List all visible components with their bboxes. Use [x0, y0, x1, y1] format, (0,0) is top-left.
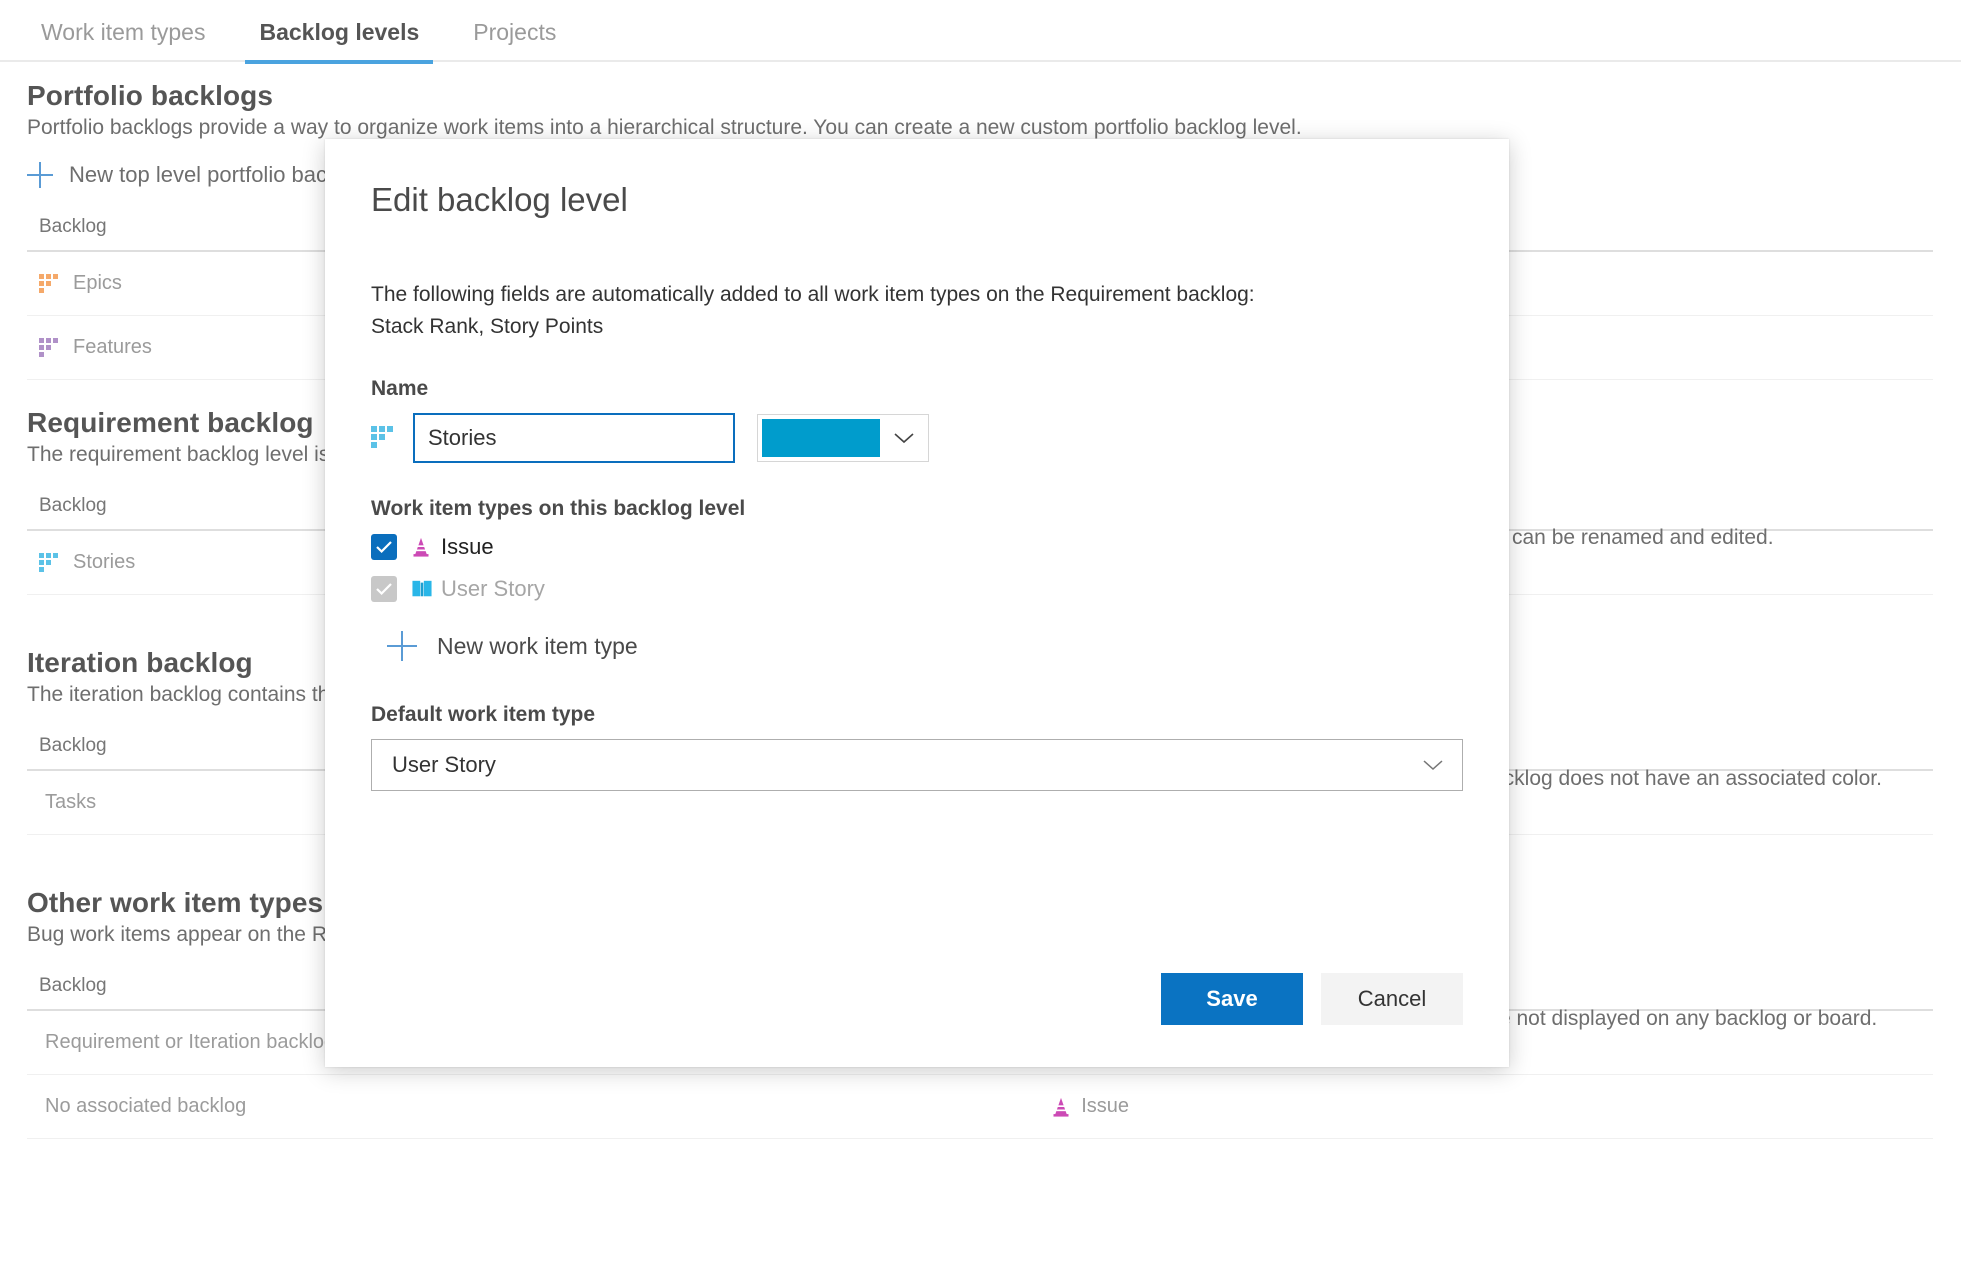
cone-icon: [1053, 1097, 1069, 1117]
work-item-type-label-user-story: User Story: [441, 576, 545, 601]
save-button[interactable]: Save: [1161, 973, 1303, 1025]
work-item-types-label: Work item types on this backlog level: [371, 497, 746, 520]
row-label: Stories: [73, 551, 136, 573]
edit-backlog-level-dialog: Edit backlog level The following fields …: [325, 139, 1509, 1067]
default-work-item-type-value: User Story: [392, 752, 496, 777]
row-label: Tasks: [45, 791, 97, 813]
tab-strip: Work item types Backlog levels Projects: [0, 0, 1961, 64]
dialog-intro-line-2: Stack Rank, Story Points: [371, 315, 604, 338]
row-backlog-label: No associated backlog: [45, 1095, 247, 1117]
section-title-portfolio: Portfolio backlogs: [27, 80, 274, 111]
plus-icon: [387, 631, 417, 661]
dialog-body: The following fields are automatically a…: [371, 279, 1463, 791]
backlog-tile-icon: [39, 337, 59, 358]
default-work-item-type-label: Default work item type: [371, 703, 596, 726]
dialog-title: Edit backlog level: [371, 181, 628, 218]
book-icon: [412, 580, 432, 597]
tab-projects[interactable]: Projects: [459, 19, 570, 62]
section-desc-other-tail: re not displayed on any backlog or board…: [1492, 1007, 1878, 1030]
backlog-tile-icon: [39, 552, 59, 573]
work-item-type-row-user-story: User Story: [371, 569, 1463, 609]
chevron-down-icon: [880, 415, 928, 461]
color-picker-button[interactable]: [757, 414, 929, 462]
row-label: Epics: [73, 272, 122, 294]
name-field-row: [371, 413, 1463, 463]
cone-icon: [413, 537, 429, 557]
backlog-tile-icon: [39, 273, 59, 294]
name-label: Name: [371, 377, 429, 400]
tab-backlog-levels[interactable]: Backlog levels: [245, 19, 434, 64]
color-swatch: [762, 419, 880, 457]
table-row[interactable]: No associated backlog Issue: [27, 1075, 1933, 1139]
dialog-intro: The following fields are automatically a…: [371, 279, 1463, 343]
work-item-type-label-issue: Issue: [441, 534, 494, 559]
dialog-intro-line-1: The following fields are automatically a…: [371, 283, 1255, 306]
section-desc-portfolio: Portfolio backlogs provide a way to orga…: [27, 116, 1302, 139]
work-item-type-row-issue[interactable]: Issue: [371, 527, 1463, 567]
dialog-actions: Save Cancel: [1161, 973, 1463, 1025]
section-desc-requirement-tail: can be renamed and edited.: [1512, 526, 1774, 549]
tab-work-item-types[interactable]: Work item types: [27, 19, 219, 62]
row-backlog-label: Requirement or Iteration backlog: [45, 1031, 336, 1053]
new-top-level-portfolio-backlog-label: New top level portfolio backlog: [69, 162, 368, 187]
chevron-down-icon: [1422, 752, 1444, 778]
row-label: Features: [73, 336, 152, 358]
tab-list: Work item types Backlog levels Projects: [0, 0, 1961, 64]
cancel-button[interactable]: Cancel: [1321, 973, 1463, 1025]
new-work-item-type-label: New work item type: [437, 632, 638, 659]
name-input-wrapper: [413, 413, 735, 463]
default-work-item-type-select[interactable]: User Story: [371, 739, 1463, 791]
row-type-label: Issue: [1081, 1095, 1130, 1117]
section-desc-iteration-tail: acklog does not have an associated color…: [1492, 767, 1882, 790]
new-work-item-type-button[interactable]: New work item type: [387, 631, 1463, 661]
checkbox-user-story: [371, 576, 397, 602]
checkbox-issue[interactable]: [371, 534, 397, 560]
plus-icon: [27, 162, 53, 188]
backlog-tile-icon: [371, 426, 395, 450]
name-input[interactable]: [413, 413, 735, 463]
